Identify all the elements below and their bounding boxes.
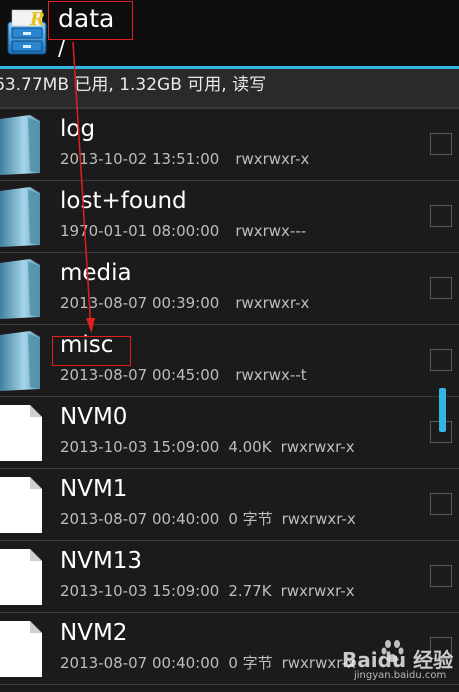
file-permissions: rwxrwxr-x — [280, 582, 355, 600]
select-checkbox[interactable] — [430, 133, 452, 155]
baidu-watermark: Baidu 经验 jingyan.baidu.com — [338, 640, 456, 688]
select-checkbox[interactable] — [430, 493, 452, 515]
list-scrollbar[interactable] — [439, 388, 446, 432]
file-name: media — [60, 260, 132, 286]
file-meta: 2013-08-07 00:39:00 rwxrwxr-x — [60, 293, 309, 313]
file-icon — [0, 477, 42, 533]
folder-icon — [0, 259, 40, 319]
file-permissions: rwxrwx--- — [235, 222, 307, 240]
file-date: 2013-10-03 15:09:00 — [60, 438, 220, 456]
storage-info-bar: 63.77MB 已用, 1.32GB 可用, 读写 — [0, 69, 459, 108]
file-row-nvm1[interactable]: NVM1 2013-08-07 00:40:00 0 字节 rwxrwxr-x — [0, 469, 459, 541]
folder-icon — [0, 331, 40, 391]
file-name: log — [60, 116, 96, 142]
file-icon — [0, 549, 42, 605]
file-date: 2013-08-07 00:39:00 — [60, 294, 220, 312]
file-row-nvm0[interactable]: NVM0 2013-10-03 15:09:00 4.00K rwxrwxr-x — [0, 397, 459, 469]
file-name: NVM0 — [60, 404, 128, 430]
watermark-text: Baidu 经验 — [342, 648, 454, 672]
file-permissions: rwxrwxr-x — [235, 150, 310, 168]
file-date: 2013-10-02 13:51:00 — [60, 150, 220, 168]
file-date: 2013-10-03 15:09:00 — [60, 582, 220, 600]
annotation-box-misc — [52, 336, 131, 366]
storage-info-text: 63.77MB 已用, 1.32GB 可用, 读写 — [0, 75, 267, 95]
file-meta: 2013-10-03 15:09:00 4.00K rwxrwxr-x — [60, 437, 355, 457]
svg-text:R: R — [29, 9, 45, 30]
file-permissions: rwxrwxr-x — [280, 438, 355, 456]
file-row-lost-found[interactable]: lost+found 1970-01-01 08:00:00 rwxrwx--- — [0, 181, 459, 253]
file-permissions: rwxrwx--t — [235, 366, 307, 384]
select-checkbox[interactable] — [430, 349, 452, 371]
select-checkbox[interactable] — [430, 205, 452, 227]
file-size: 2.77K — [228, 582, 272, 600]
file-meta: 2013-08-07 00:40:00 0 字节 rwxrwxr-x — [60, 509, 356, 529]
file-size: 0 字节 — [228, 654, 273, 672]
file-name: lost+found — [60, 188, 187, 214]
select-checkbox[interactable] — [430, 277, 452, 299]
annotation-box-data — [48, 1, 133, 40]
file-date: 2013-08-07 00:45:00 — [60, 366, 220, 384]
file-name: NVM2 — [60, 620, 128, 646]
file-row-log[interactable]: log 2013-10-02 13:51:00 rwxrwxr-x — [0, 109, 459, 181]
file-meta: 2013-08-07 00:45:00 rwxrwx--t — [60, 365, 307, 385]
file-meta: 2013-10-02 13:51:00 rwxrwxr-x — [60, 149, 309, 169]
file-permissions: rwxrwxr-x — [235, 294, 310, 312]
file-date: 2013-08-07 00:40:00 — [60, 510, 220, 528]
select-checkbox[interactable] — [430, 565, 452, 587]
folder-icon — [0, 115, 40, 175]
path-header: R data / — [0, 0, 459, 66]
file-name: NVM13 — [60, 548, 143, 574]
file-row-media[interactable]: media 2013-08-07 00:39:00 rwxrwxr-x — [0, 253, 459, 325]
file-meta: 2013-10-03 15:09:00 2.77K rwxrwxr-x — [60, 581, 355, 601]
file-date: 1970-01-01 08:00:00 — [60, 222, 220, 240]
file-date: 2013-08-07 00:40:00 — [60, 654, 220, 672]
file-list: log 2013-10-02 13:51:00 rwxrwxr-x lost+fo… — [0, 109, 459, 685]
file-name: NVM1 — [60, 476, 128, 502]
file-icon — [0, 405, 42, 461]
file-manager-screen: R data / 63.77MB 已用, 1.32GB 可用, 读写 log 2… — [0, 0, 459, 692]
file-meta: 2013-08-07 00:40:00 0 字节 rwxrwxr-x — [60, 653, 356, 673]
watermark-url: jingyan.baidu.com — [354, 670, 447, 681]
file-size: 4.00K — [228, 438, 272, 456]
file-meta: 1970-01-01 08:00:00 rwxrwx--- — [60, 221, 306, 241]
file-row-nvm13[interactable]: NVM13 2013-10-03 15:09:00 2.77K rwxrwxr-x — [0, 541, 459, 613]
folder-icon — [0, 187, 40, 247]
file-size: 0 字节 — [228, 510, 273, 528]
file-permissions: rwxrwxr-x — [281, 510, 356, 528]
file-icon — [0, 621, 42, 677]
root-explorer-app-icon[interactable]: R — [6, 8, 50, 56]
